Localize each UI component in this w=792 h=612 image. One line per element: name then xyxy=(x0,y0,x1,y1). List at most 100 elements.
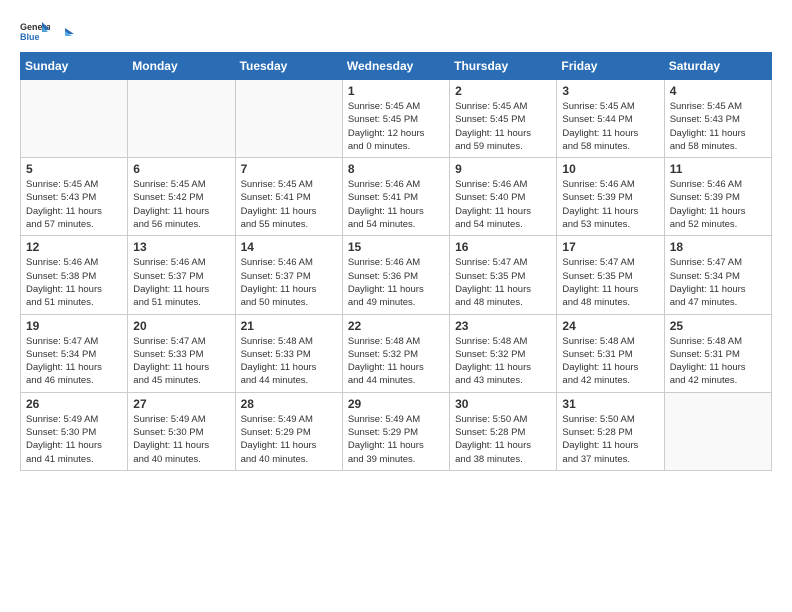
calendar-week-row: 19Sunrise: 5:47 AM Sunset: 5:34 PM Dayli… xyxy=(21,314,772,392)
day-number: 29 xyxy=(348,397,444,411)
logo-bird-icon xyxy=(56,26,74,40)
day-number: 13 xyxy=(133,240,229,254)
day-info: Sunrise: 5:46 AM Sunset: 5:37 PM Dayligh… xyxy=(133,256,229,309)
calendar-cell xyxy=(664,392,771,470)
day-number: 8 xyxy=(348,162,444,176)
day-number: 9 xyxy=(455,162,551,176)
day-number: 22 xyxy=(348,319,444,333)
day-number: 18 xyxy=(670,240,766,254)
day-info: Sunrise: 5:49 AM Sunset: 5:29 PM Dayligh… xyxy=(348,413,444,466)
day-number: 7 xyxy=(241,162,337,176)
svg-text:Blue: Blue xyxy=(20,32,40,42)
day-number: 15 xyxy=(348,240,444,254)
day-number: 4 xyxy=(670,84,766,98)
day-info: Sunrise: 5:46 AM Sunset: 5:39 PM Dayligh… xyxy=(670,178,766,231)
day-info: Sunrise: 5:50 AM Sunset: 5:28 PM Dayligh… xyxy=(455,413,551,466)
col-header-wednesday: Wednesday xyxy=(342,53,449,80)
day-number: 12 xyxy=(26,240,122,254)
calendar-table: SundayMondayTuesdayWednesdayThursdayFrid… xyxy=(20,52,772,471)
calendar-header-row: SundayMondayTuesdayWednesdayThursdayFrid… xyxy=(21,53,772,80)
calendar-cell: 12Sunrise: 5:46 AM Sunset: 5:38 PM Dayli… xyxy=(21,236,128,314)
day-number: 2 xyxy=(455,84,551,98)
day-info: Sunrise: 5:45 AM Sunset: 5:42 PM Dayligh… xyxy=(133,178,229,231)
calendar-cell: 6 Sunrise: 5:45 AM Sunset: 5:42 PM Daylig… xyxy=(128,158,235,236)
day-info: Sunrise: 5:47 AM Sunset: 5:34 PM Dayligh… xyxy=(670,256,766,309)
day-info: Sunrise: 5:45 AM Sunset: 5:44 PM Dayligh… xyxy=(562,100,658,153)
day-info: Sunrise: 5:45 AM Sunset: 5:41 PM Dayligh… xyxy=(241,178,337,231)
day-number: 20 xyxy=(133,319,229,333)
calendar-cell: 28 Sunrise: 5:49 AM Sunset: 5:29 PM Dayli… xyxy=(235,392,342,470)
calendar-cell: 11 Sunrise: 5:46 AM Sunset: 5:39 PM Dayli… xyxy=(664,158,771,236)
col-header-friday: Friday xyxy=(557,53,664,80)
calendar-cell: 17 Sunrise: 5:47 AM Sunset: 5:35 PM Dayli… xyxy=(557,236,664,314)
day-info: Sunrise: 5:48 AM Sunset: 5:31 PM Dayligh… xyxy=(562,335,658,388)
day-number: 21 xyxy=(241,319,337,333)
col-header-tuesday: Tuesday xyxy=(235,53,342,80)
day-info: Sunrise: 5:48 AM Sunset: 5:31 PM Dayligh… xyxy=(670,335,766,388)
day-info: Sunrise: 5:48 AM Sunset: 5:32 PM Dayligh… xyxy=(348,335,444,388)
calendar-cell: 18 Sunrise: 5:47 AM Sunset: 5:34 PM Dayli… xyxy=(664,236,771,314)
day-number: 16 xyxy=(455,240,551,254)
day-info: Sunrise: 5:45 AM Sunset: 5:45 PM Dayligh… xyxy=(455,100,551,153)
day-number: 14 xyxy=(241,240,337,254)
logo: General Blue xyxy=(20,20,74,42)
day-number: 23 xyxy=(455,319,551,333)
day-number: 1 xyxy=(348,84,444,98)
calendar-cell: 2 Sunrise: 5:45 AM Sunset: 5:45 PM Daylig… xyxy=(450,80,557,158)
calendar-cell: 9 Sunrise: 5:46 AM Sunset: 5:40 PM Daylig… xyxy=(450,158,557,236)
day-number: 11 xyxy=(670,162,766,176)
calendar-cell: 4 Sunrise: 5:45 AM Sunset: 5:43 PM Daylig… xyxy=(664,80,771,158)
day-info: Sunrise: 5:46 AM Sunset: 5:37 PM Dayligh… xyxy=(241,256,337,309)
day-number: 10 xyxy=(562,162,658,176)
calendar-week-row: 26 Sunrise: 5:49 AM Sunset: 5:30 PM Dayli… xyxy=(21,392,772,470)
day-info: Sunrise: 5:46 AM Sunset: 5:41 PM Dayligh… xyxy=(348,178,444,231)
col-header-thursday: Thursday xyxy=(450,53,557,80)
calendar-week-row: 5Sunrise: 5:45 AM Sunset: 5:43 PM Daylig… xyxy=(21,158,772,236)
calendar-cell: 1 Sunrise: 5:45 AM Sunset: 5:45 PM Daylig… xyxy=(342,80,449,158)
day-info: Sunrise: 5:46 AM Sunset: 5:36 PM Dayligh… xyxy=(348,256,444,309)
calendar-cell: 16Sunrise: 5:47 AM Sunset: 5:35 PM Dayli… xyxy=(450,236,557,314)
day-number: 25 xyxy=(670,319,766,333)
calendar-cell: 24Sunrise: 5:48 AM Sunset: 5:31 PM Dayli… xyxy=(557,314,664,392)
calendar-cell: 15 Sunrise: 5:46 AM Sunset: 5:36 PM Dayli… xyxy=(342,236,449,314)
calendar-cell: 13 Sunrise: 5:46 AM Sunset: 5:37 PM Dayli… xyxy=(128,236,235,314)
logo-icon: General Blue xyxy=(20,20,50,42)
calendar-week-row: 12Sunrise: 5:46 AM Sunset: 5:38 PM Dayli… xyxy=(21,236,772,314)
day-number: 30 xyxy=(455,397,551,411)
calendar-cell: 26 Sunrise: 5:49 AM Sunset: 5:30 PM Dayli… xyxy=(21,392,128,470)
day-info: Sunrise: 5:45 AM Sunset: 5:43 PM Dayligh… xyxy=(26,178,122,231)
calendar-cell: 29 Sunrise: 5:49 AM Sunset: 5:29 PM Dayli… xyxy=(342,392,449,470)
day-number: 26 xyxy=(26,397,122,411)
day-info: Sunrise: 5:49 AM Sunset: 5:30 PM Dayligh… xyxy=(133,413,229,466)
day-number: 27 xyxy=(133,397,229,411)
col-header-monday: Monday xyxy=(128,53,235,80)
day-number: 17 xyxy=(562,240,658,254)
day-info: Sunrise: 5:45 AM Sunset: 5:43 PM Dayligh… xyxy=(670,100,766,153)
calendar-cell: 20Sunrise: 5:47 AM Sunset: 5:33 PM Dayli… xyxy=(128,314,235,392)
calendar-cell: 31 Sunrise: 5:50 AM Sunset: 5:28 PM Dayli… xyxy=(557,392,664,470)
calendar-cell: 27 Sunrise: 5:49 AM Sunset: 5:30 PM Dayli… xyxy=(128,392,235,470)
day-number: 31 xyxy=(562,397,658,411)
calendar-cell xyxy=(128,80,235,158)
calendar-cell: 14 Sunrise: 5:46 AM Sunset: 5:37 PM Dayli… xyxy=(235,236,342,314)
day-number: 19 xyxy=(26,319,122,333)
day-info: Sunrise: 5:46 AM Sunset: 5:40 PM Dayligh… xyxy=(455,178,551,231)
calendar-cell: 3Sunrise: 5:45 AM Sunset: 5:44 PM Daylig… xyxy=(557,80,664,158)
calendar-week-row: 1 Sunrise: 5:45 AM Sunset: 5:45 PM Daylig… xyxy=(21,80,772,158)
day-info: Sunrise: 5:48 AM Sunset: 5:33 PM Dayligh… xyxy=(241,335,337,388)
header: General Blue xyxy=(20,20,772,42)
calendar-cell: 30 Sunrise: 5:50 AM Sunset: 5:28 PM Dayli… xyxy=(450,392,557,470)
day-number: 6 xyxy=(133,162,229,176)
calendar-cell: 19Sunrise: 5:47 AM Sunset: 5:34 PM Dayli… xyxy=(21,314,128,392)
col-header-sunday: Sunday xyxy=(21,53,128,80)
day-info: Sunrise: 5:47 AM Sunset: 5:35 PM Dayligh… xyxy=(562,256,658,309)
calendar-cell: 7 Sunrise: 5:45 AM Sunset: 5:41 PM Daylig… xyxy=(235,158,342,236)
day-info: Sunrise: 5:49 AM Sunset: 5:29 PM Dayligh… xyxy=(241,413,337,466)
day-info: Sunrise: 5:46 AM Sunset: 5:39 PM Dayligh… xyxy=(562,178,658,231)
day-info: Sunrise: 5:50 AM Sunset: 5:28 PM Dayligh… xyxy=(562,413,658,466)
calendar-cell: 10 Sunrise: 5:46 AM Sunset: 5:39 PM Dayli… xyxy=(557,158,664,236)
day-info: Sunrise: 5:45 AM Sunset: 5:45 PM Dayligh… xyxy=(348,100,444,153)
day-info: Sunrise: 5:49 AM Sunset: 5:30 PM Dayligh… xyxy=(26,413,122,466)
calendar-cell: 21 Sunrise: 5:48 AM Sunset: 5:33 PM Dayli… xyxy=(235,314,342,392)
day-number: 28 xyxy=(241,397,337,411)
